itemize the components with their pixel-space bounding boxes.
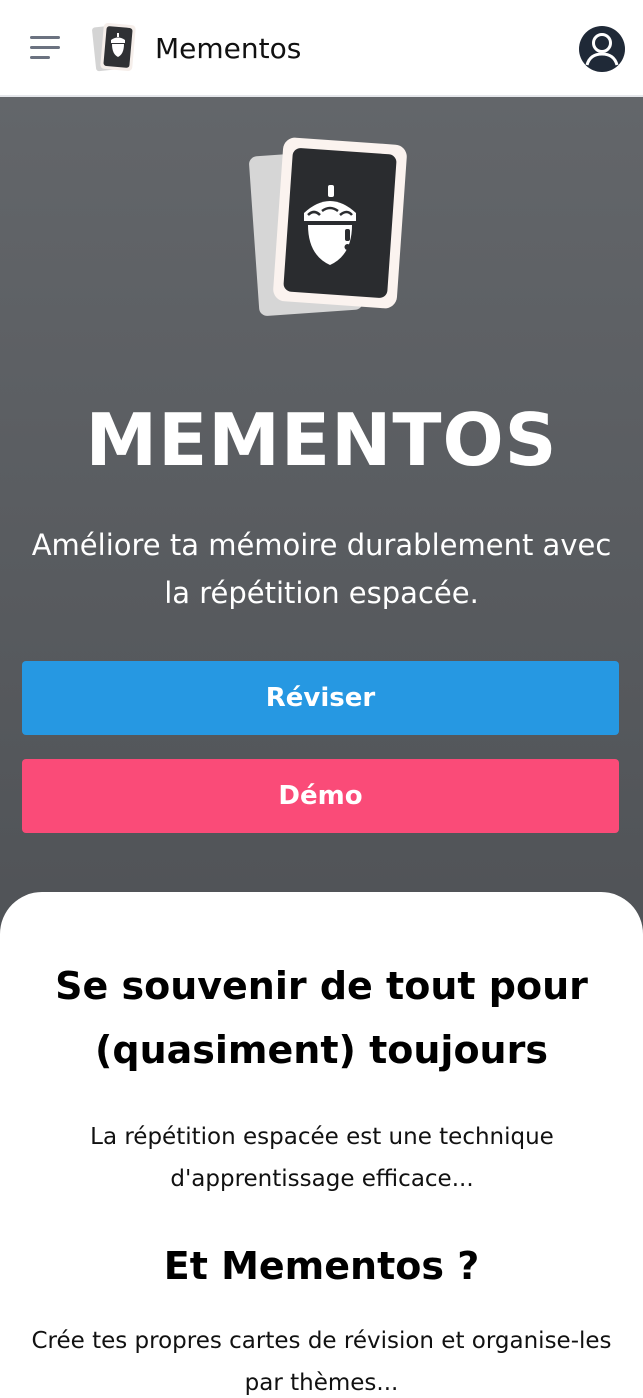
page: Mementos MEMENTOS Améliore ta mémoire du… bbox=[0, 0, 643, 1398]
section-heading: Se souvenir de tout pour (quasiment) tou… bbox=[55, 964, 588, 1072]
hero-subtitle: Améliore ta mémoire durablement avec la … bbox=[31, 528, 612, 610]
acorn-card-logo-icon[interactable] bbox=[92, 22, 138, 74]
hero-title: MEMENTOS bbox=[85, 398, 558, 482]
hero-section: MEMENTOS Améliore ta mémoire durablement… bbox=[0, 97, 643, 937]
content-section: Se souvenir de tout pour (quasiment) tou… bbox=[0, 892, 643, 1398]
menu-icon[interactable] bbox=[30, 34, 62, 62]
user-account-icon[interactable] bbox=[578, 25, 626, 73]
acorn-card-logo-icon bbox=[249, 137, 407, 316]
app-name[interactable]: Mementos bbox=[155, 30, 301, 68]
section-paragraph: Crée tes propres cartes de révision et o… bbox=[31, 1328, 612, 1396]
demo-button[interactable]: Démo bbox=[22, 759, 619, 833]
top-navigation-bar: Mementos bbox=[0, 0, 643, 97]
review-button[interactable]: Réviser bbox=[22, 661, 619, 735]
section-heading: Et Mementos ? bbox=[163, 1244, 480, 1288]
section-paragraph: La répétition espacée est une technique … bbox=[90, 1124, 554, 1192]
